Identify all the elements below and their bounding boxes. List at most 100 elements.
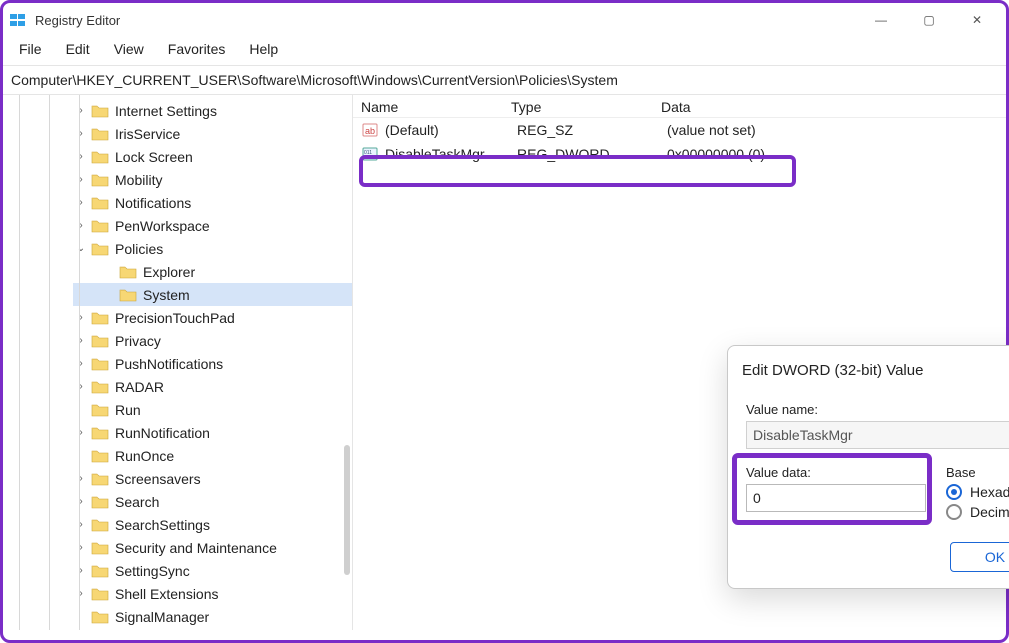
expander-icon[interactable]: › [73, 197, 89, 208]
tree-scrollbar[interactable] [344, 445, 350, 575]
tree-item[interactable]: › IrisService [73, 122, 352, 145]
svg-text:110: 110 [364, 155, 372, 161]
tree-label: System [143, 287, 190, 303]
folder-icon [91, 241, 109, 256]
expander-icon[interactable]: › [73, 151, 89, 162]
tree-item[interactable]: › RADAR [73, 375, 352, 398]
folder-icon [91, 494, 109, 509]
tree-item[interactable]: SignalManager [73, 605, 352, 628]
tree-item[interactable]: System [73, 283, 352, 306]
svg-text:ab: ab [365, 126, 375, 136]
folder-icon [91, 149, 109, 164]
tree-item[interactable]: › Notifications [73, 191, 352, 214]
folder-icon [119, 264, 137, 279]
expander-icon[interactable]: › [73, 588, 89, 599]
tree-label: Shell Extensions [115, 586, 219, 602]
close-button[interactable]: ✕ [954, 5, 1000, 35]
string-icon: ab [361, 121, 379, 139]
value-row[interactable]: 011110 DisableTaskMgr REG_DWORD 0x000000… [353, 142, 1006, 166]
expander-icon[interactable]: › [73, 105, 89, 116]
folder-icon [91, 310, 109, 325]
tree-item[interactable]: › Internet Settings [73, 99, 352, 122]
tree-label: PushNotifications [115, 356, 223, 372]
expander-icon[interactable]: › [73, 542, 89, 553]
tree-item[interactable]: › Privacy [73, 329, 352, 352]
tree-item[interactable]: › Security and Maintenance [73, 536, 352, 559]
menu-edit[interactable]: Edit [56, 39, 100, 59]
tree-label: Internet Settings [115, 103, 217, 119]
menu-file[interactable]: File [9, 39, 52, 59]
tree-label: SignalManager [115, 609, 209, 625]
expander-icon[interactable]: › [73, 358, 89, 369]
radio-decimal[interactable]: Decimal [946, 504, 1009, 520]
folder-icon [91, 356, 109, 371]
ok-button[interactable]: OK [950, 542, 1009, 572]
tree-label: Policies [115, 241, 163, 257]
expander-icon[interactable]: › [73, 427, 89, 438]
expander-icon[interactable]: › [73, 174, 89, 185]
tree-item[interactable]: › Mobility [73, 168, 352, 191]
column-header-data[interactable]: Data [661, 99, 998, 115]
value-data-field[interactable] [746, 484, 926, 512]
expander-icon[interactable]: › [73, 565, 89, 576]
tree-item[interactable]: RunOnce [73, 444, 352, 467]
tree-label: Search [115, 494, 159, 510]
column-header-name[interactable]: Name [361, 99, 511, 115]
expander-icon[interactable]: › [73, 519, 89, 530]
tree-item[interactable]: › Lock Screen [73, 145, 352, 168]
value-list-pane: Name Type Data ab (Default) REG_SZ (valu… [353, 95, 1006, 630]
expander-icon[interactable]: › [73, 335, 89, 346]
registry-tree[interactable]: › Internet Settings› IrisService› Lock S… [3, 95, 353, 630]
tree-item[interactable]: › PushNotifications [73, 352, 352, 375]
value-name: DisableTaskMgr [385, 146, 517, 162]
dword-icon: 011110 [361, 145, 379, 163]
value-data: (value not set) [667, 122, 998, 138]
expander-icon[interactable]: › [73, 220, 89, 231]
folder-icon [119, 287, 137, 302]
app-icon [9, 11, 27, 29]
tree-item[interactable]: › SearchSettings [73, 513, 352, 536]
dialog-title: Edit DWORD (32-bit) Value [742, 362, 923, 379]
menu-help[interactable]: Help [239, 39, 288, 59]
expander-icon[interactable]: › [73, 128, 89, 139]
column-header-type[interactable]: Type [511, 99, 661, 115]
folder-icon [91, 540, 109, 555]
expander-icon[interactable]: › [73, 312, 89, 323]
expander-icon[interactable]: › [73, 381, 89, 392]
folder-icon [91, 448, 109, 463]
tree-item[interactable]: › RunNotification [73, 421, 352, 444]
radio-hex-label: Hexadecimal [970, 484, 1009, 500]
maximize-button[interactable]: ▢ [906, 5, 952, 35]
value-data: 0x00000000 (0) [667, 146, 998, 162]
radio-hexadecimal[interactable]: Hexadecimal [946, 484, 1009, 500]
folder-icon [91, 471, 109, 486]
value-name-field[interactable] [746, 421, 1009, 449]
minimize-button[interactable]: — [858, 5, 904, 35]
tree-item[interactable]: ⌄ Policies [73, 237, 352, 260]
tree-item[interactable]: › PenWorkspace [73, 214, 352, 237]
menu-favorites[interactable]: Favorites [158, 39, 236, 59]
menu-view[interactable]: View [104, 39, 154, 59]
menubar: File Edit View Favorites Help [3, 37, 1006, 66]
tree-label: Notifications [115, 195, 191, 211]
tree-item[interactable]: › SettingSync [73, 559, 352, 582]
radio-icon [946, 484, 962, 500]
address-bar[interactable]: Computer\HKEY_CURRENT_USER\Software\Micr… [3, 66, 1006, 95]
expander-icon[interactable]: ⌄ [73, 243, 89, 254]
tree-item[interactable]: › SmartGlass [73, 628, 352, 630]
tree-label: Explorer [143, 264, 195, 280]
expander-icon[interactable]: › [73, 473, 89, 484]
tree-item[interactable]: › PrecisionTouchPad [73, 306, 352, 329]
tree-label: PenWorkspace [115, 218, 210, 234]
tree-item[interactable]: Run [73, 398, 352, 421]
tree-item[interactable]: › Screensavers [73, 467, 352, 490]
value-name: (Default) [385, 122, 517, 138]
tree-label: RunNotification [115, 425, 210, 441]
folder-icon [91, 563, 109, 578]
tree-item[interactable]: Explorer [73, 260, 352, 283]
tree-item[interactable]: › Search [73, 490, 352, 513]
tree-item[interactable]: › Shell Extensions [73, 582, 352, 605]
expander-icon[interactable]: › [73, 496, 89, 507]
value-row[interactable]: ab (Default) REG_SZ (value not set) [353, 118, 1006, 142]
edit-dword-dialog: Edit DWORD (32-bit) Value ✕ Value name: … [727, 345, 1009, 589]
